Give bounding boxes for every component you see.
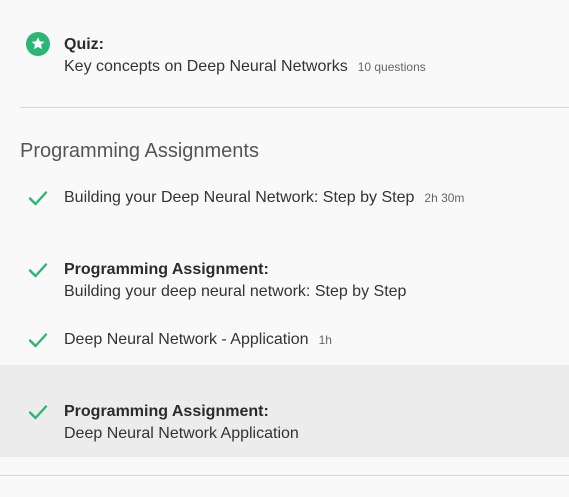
item-title: Deep Neural Network Application <box>64 425 299 442</box>
quiz-item[interactable]: Quiz: Key concepts on Deep Neural Networ… <box>0 30 569 80</box>
list-item[interactable]: Programming Assignment: Building your de… <box>0 258 569 304</box>
list-item[interactable]: Building your Deep Neural Network: Step … <box>0 186 569 212</box>
checkmark-icon <box>26 328 50 352</box>
item-text: Programming Assignment: Deep Neural Netw… <box>64 401 559 445</box>
section-title: Programming Assignments <box>20 140 259 162</box>
section-divider <box>20 107 569 108</box>
item-title: Building your Deep Neural Network: Step … <box>64 189 415 206</box>
checkmark-icon <box>26 400 50 424</box>
list-item[interactable]: Deep Neural Network - Application 1h <box>0 328 569 354</box>
item-title-row: Building your Deep Neural Network: Step … <box>64 187 559 209</box>
checkmark-icon <box>26 258 50 282</box>
quiz-title-row: Key concepts on Deep Neural Networks 10 q… <box>64 56 559 78</box>
item-title: Deep Neural Network - Application <box>64 331 309 348</box>
quiz-title: Key concepts on Deep Neural Networks <box>64 58 348 75</box>
item-heading: Programming Assignment: <box>64 403 269 420</box>
quiz-text: Quiz: Key concepts on Deep Neural Networ… <box>64 34 559 78</box>
course-week-panel: Quiz: Key concepts on Deep Neural Networ… <box>0 0 569 497</box>
star-badge-icon <box>26 32 50 56</box>
item-title-row: Deep Neural Network - Application 1h <box>64 329 559 351</box>
item-text: Programming Assignment: Building your de… <box>64 259 559 303</box>
quiz-heading: Quiz: <box>64 36 104 53</box>
list-item[interactable]: Programming Assignment: Deep Neural Netw… <box>0 400 569 446</box>
item-duration: 1h <box>318 333 332 347</box>
item-duration: 2h 30m <box>424 191 465 205</box>
checkmark-icon <box>26 186 50 210</box>
bottom-divider <box>0 475 569 476</box>
quiz-question-count: 10 questions <box>357 60 426 74</box>
item-heading: Programming Assignment: <box>64 261 269 278</box>
item-title: Building your deep neural network: Step … <box>64 283 407 300</box>
